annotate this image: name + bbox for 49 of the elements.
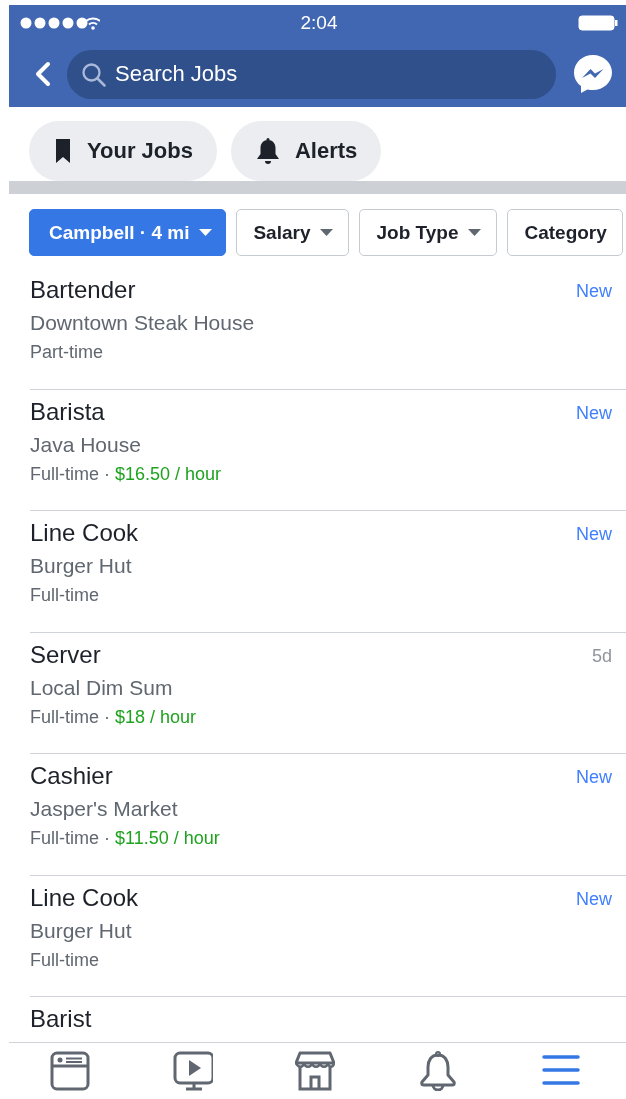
pay-rate: $18 / hour xyxy=(115,705,197,729)
new-label: New xyxy=(576,767,612,789)
separator-dot: · xyxy=(104,827,110,850)
company-name: Java House xyxy=(30,431,141,458)
battery-icon xyxy=(578,15,618,31)
job-title: Barist xyxy=(30,1004,92,1034)
separator-dot: · xyxy=(104,705,110,729)
filter-button[interactable]: Category xyxy=(507,209,623,256)
separator-dot: · xyxy=(104,462,110,486)
company-name: Jasper's Market xyxy=(30,796,178,822)
messenger-icon[interactable] xyxy=(572,53,614,95)
company-name: Local Dim Sum xyxy=(30,674,173,701)
job-title: Line Cook xyxy=(30,518,139,548)
job-title: Cashier xyxy=(30,761,113,791)
status-time: 2:04 xyxy=(300,12,338,34)
new-label: New xyxy=(576,524,612,546)
job-title: Bartender xyxy=(30,275,136,305)
back-icon[interactable] xyxy=(35,61,51,87)
video-icon xyxy=(172,1051,213,1091)
news-feed-icon xyxy=(50,1051,91,1091)
store-icon xyxy=(295,1051,336,1091)
new-label: New xyxy=(576,888,612,911)
filter-button[interactable]: Job Type xyxy=(359,209,498,256)
new-label: New xyxy=(576,402,612,425)
search-field[interactable]: Search Jobs xyxy=(67,49,556,99)
pay-rate: $16.50 / hour xyxy=(115,462,222,486)
bell-icon xyxy=(418,1051,459,1091)
job-type: Part-time xyxy=(30,341,103,364)
company-name: Downtown Steak House xyxy=(30,310,255,336)
job-title: Server xyxy=(30,639,101,670)
job-type: Full-time xyxy=(30,462,99,486)
job-title: Barista xyxy=(30,396,105,427)
job-type: Full-time xyxy=(30,827,99,850)
pay-rate: $11.50 / hour xyxy=(115,827,220,850)
bell-icon xyxy=(254,137,281,165)
job-title: Line Cook xyxy=(30,882,139,913)
job-type: Full-time xyxy=(30,948,99,972)
shortcut-button[interactable]: Alerts xyxy=(230,121,382,181)
filter-button[interactable]: Salary xyxy=(236,209,350,256)
company-name: Burger Hut xyxy=(30,917,132,944)
shortcut-button[interactable]: Your Jobs xyxy=(29,121,217,181)
filter-button[interactable]: Campbell · 4 mi xyxy=(29,209,227,256)
posted-age: 5d xyxy=(591,645,612,668)
new-label: New xyxy=(576,281,612,303)
job-type: Full-time xyxy=(30,584,99,607)
company-name: Burger Hut xyxy=(30,553,132,579)
signal-icon xyxy=(20,16,100,30)
job-type: Full-time xyxy=(30,705,99,729)
bookmark-icon xyxy=(53,138,73,164)
